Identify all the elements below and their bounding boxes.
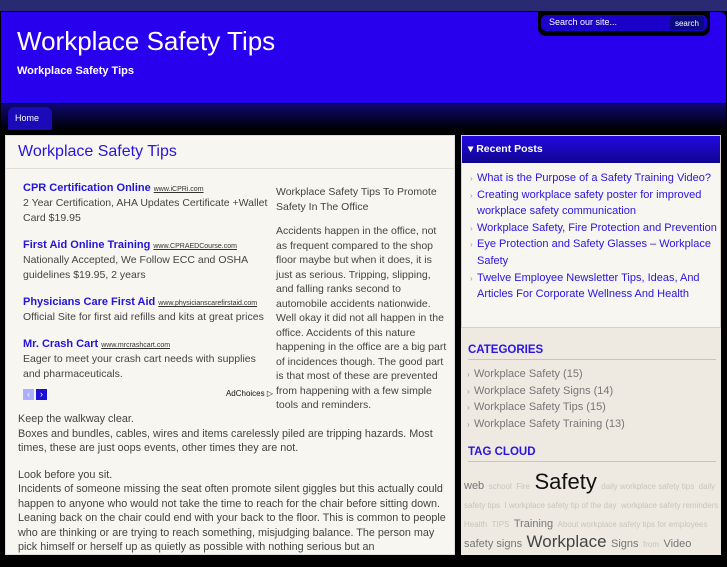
tag-link[interactable]: Video — [663, 538, 691, 550]
tag-link[interactable]: safety signs — [464, 538, 522, 550]
site-description: Workplace Safety Tips — [17, 65, 134, 77]
ad-url-link[interactable]: www.CPRAEDCourse.com — [153, 243, 237, 250]
intro-heading: Workplace Safety Tips To Promote Safety … — [276, 186, 437, 213]
article-paragraph: Look before you sit. Incidents of someone… — [18, 468, 448, 555]
ad-description: Nationally Accepted, We Follow ECC and O… — [23, 254, 248, 281]
tag-link[interactable]: Training — [514, 518, 553, 530]
ad-description: Official Site for first aid refills and … — [23, 311, 264, 323]
ad-item: First Aid Online Training www.CPRAEDCours… — [23, 235, 273, 283]
recent-post-link[interactable]: What is the Purpose of a Safety Training… — [477, 172, 711, 184]
category-item: Workplace Safety Tips (15) — [467, 399, 625, 416]
ad-title-link[interactable]: First Aid Online Training — [23, 239, 150, 251]
ad-title-link[interactable]: CPR Certification Online — [23, 182, 151, 194]
ad-next-button[interactable]: › — [36, 389, 47, 400]
ad-title-link[interactable]: Mr. Crash Cart — [23, 338, 98, 350]
recent-posts-widget: ▾ Recent Posts What is the Purpose of a … — [461, 135, 721, 328]
categories-title: CATEGORIES — [468, 344, 716, 360]
tag-link[interactable]: web — [464, 480, 484, 492]
recent-post-link[interactable]: Workplace Safety, Fire Protection and Pr… — [477, 222, 717, 234]
tag-link[interactable]: About workplace safety tips for employee… — [558, 520, 708, 529]
recent-post-item: Creating workplace safety poster for imp… — [470, 187, 720, 220]
tag-link[interactable]: Fire — [516, 482, 530, 491]
article-paragraph: Keep the walkway clear. Boxes and bundles… — [18, 412, 448, 456]
main-content: Workplace Safety Tips CPR Certification … — [5, 135, 455, 555]
ad-url-link[interactable]: www.physicianscarefirstaid.com — [158, 300, 257, 307]
search-input[interactable] — [549, 17, 649, 27]
recent-post-link[interactable]: Creating workplace safety poster for imp… — [477, 189, 701, 218]
ad-url-link[interactable]: www.iCPRi.com — [154, 186, 204, 193]
intro-paragraph: Accidents happen in the office, not as f… — [276, 225, 447, 411]
search-form: search — [538, 12, 710, 36]
paragraph-text: Incidents of someone missing the seat of… — [18, 483, 446, 553]
recent-post-item: Twelve Employee Newsletter Tips, Ideas, … — [470, 270, 720, 303]
ad-prev-button[interactable]: ‹ — [23, 389, 34, 400]
site-title[interactable]: Workplace Safety Tips — [17, 26, 275, 57]
ad-description: Eager to meet your crash cart needs with… — [23, 353, 256, 380]
category-link[interactable]: Workplace Safety Training (13) — [474, 418, 625, 430]
tag-link[interactable]: school — [489, 482, 512, 491]
ad-block: CPR Certification Online www.iCPRi.com 2 Y… — [23, 178, 273, 401]
tag-link[interactable]: Workplace — [527, 532, 607, 551]
recent-post-link[interactable]: Eye Protection and Safety Glasses – Work… — [477, 238, 711, 267]
paragraph-heading: Look before you sit. — [18, 468, 113, 481]
category-link[interactable]: Workplace Safety Signs (14) — [474, 385, 613, 397]
tag-link[interactable]: daily workplace safety tips — [601, 482, 694, 491]
page-title: Workplace Safety Tips — [18, 143, 177, 160]
tag-link[interactable]: TIPS — [492, 520, 510, 529]
sidebar: ▾ Recent Posts What is the Purpose of a … — [461, 135, 721, 555]
category-link[interactable]: Workplace Safety Tips (15) — [474, 401, 606, 413]
top-bar — [0, 0, 727, 11]
categories-list: Workplace Safety (15) Workplace Safety Si… — [467, 366, 625, 433]
tag-link[interactable]: workplace safety reminders — [621, 501, 718, 510]
recent-post-item: What is the Purpose of a Safety Training… — [470, 170, 720, 187]
main-nav: Home — [1, 104, 726, 130]
nav-home[interactable]: Home — [8, 107, 52, 130]
ad-item: Mr. Crash Cart www.mrcrashcart.com Eager t… — [23, 334, 273, 382]
category-item: Workplace Safety (15) — [467, 366, 625, 383]
ad-item: CPR Certification Online www.iCPRi.com 2 Y… — [23, 178, 273, 226]
recent-post-item: Eye Protection and Safety Glasses – Work… — [470, 236, 720, 269]
ad-item: Physicians Care First Aid www.physiciansc… — [23, 292, 273, 325]
tagcloud-title: TAG CLOUD — [468, 446, 716, 462]
tag-link[interactable]: Safety — [534, 469, 596, 494]
recent-post-link[interactable]: Twelve Employee Newsletter Tips, Ideas, … — [477, 272, 700, 301]
intro-text: Workplace Safety Tips To Promote Safety … — [276, 185, 448, 423]
category-item: Workplace Safety Signs (14) — [467, 383, 625, 400]
ad-title-link[interactable]: Physicians Care First Aid — [23, 296, 155, 308]
tag-link[interactable]: Health — [464, 520, 487, 529]
recent-posts-title: Recent Posts — [476, 143, 543, 155]
search-button[interactable]: search — [669, 16, 704, 30]
recent-posts-header: ▾ Recent Posts — [462, 136, 720, 163]
paragraph-text: Boxes and bundles, cables, wires and ite… — [18, 427, 433, 455]
adchoices-link[interactable]: AdChoices ▷ — [226, 389, 273, 398]
tag-cloud: web school Fire Safety daily workplace s… — [464, 471, 720, 553]
ad-description: 2 Year Certification, AHA Updates Certif… — [23, 197, 268, 224]
divider — [6, 168, 454, 169]
recent-post-item: Workplace Safety, Fire Protection and Pr… — [470, 220, 720, 237]
tag-link[interactable]: Signs — [611, 538, 639, 550]
ad-navigation: ‹ › AdChoices ▷ — [23, 389, 273, 401]
tag-link[interactable]: I workplace safety tip of the day — [504, 501, 616, 510]
paragraph-heading: Keep the walkway clear. — [18, 413, 134, 425]
category-item: Workplace Safety Training (13) — [467, 416, 625, 433]
category-link[interactable]: Workplace Safety (15) — [474, 368, 583, 380]
ad-url-link[interactable]: www.mrcrashcart.com — [101, 342, 170, 349]
article-body: Keep the walkway clear. Boxes and bundles… — [18, 412, 448, 567]
